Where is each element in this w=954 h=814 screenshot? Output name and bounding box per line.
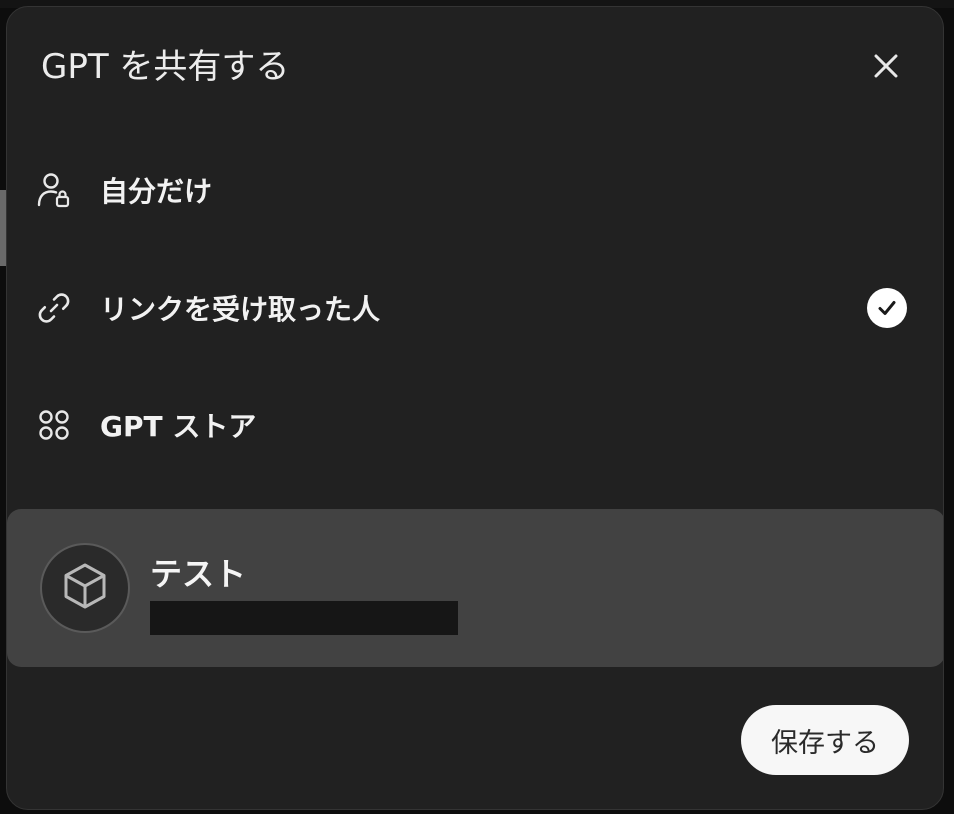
share-option-gpt-store[interactable]: GPT ストア xyxy=(7,380,943,470)
close-button[interactable] xyxy=(865,47,907,89)
grid-icon xyxy=(35,406,73,444)
checkmark-icon xyxy=(867,288,907,328)
share-option-label: リンクを受け取った人 xyxy=(100,293,381,326)
dialog-title: GPT を共有する xyxy=(41,47,290,87)
gpt-description-redacted xyxy=(150,601,458,635)
share-option-label: GPT ストア xyxy=(100,410,257,443)
close-icon xyxy=(872,52,900,84)
save-button[interactable]: 保存する xyxy=(741,705,909,775)
share-gpt-dialog: GPT を共有する 自分だけ リンクを受け取った人 GPT ストア テスト 保存… xyxy=(6,6,944,810)
avatar xyxy=(40,543,130,633)
share-option-label: 自分だけ xyxy=(100,175,213,208)
person-lock-icon xyxy=(35,171,73,209)
share-option-only-me[interactable]: 自分だけ xyxy=(7,145,943,235)
gpt-name: テスト xyxy=(150,555,247,593)
cube-icon xyxy=(60,561,110,615)
link-icon xyxy=(35,289,73,327)
share-option-link[interactable]: リンクを受け取った人 xyxy=(7,263,943,353)
gpt-preview-card: テスト xyxy=(7,509,943,667)
